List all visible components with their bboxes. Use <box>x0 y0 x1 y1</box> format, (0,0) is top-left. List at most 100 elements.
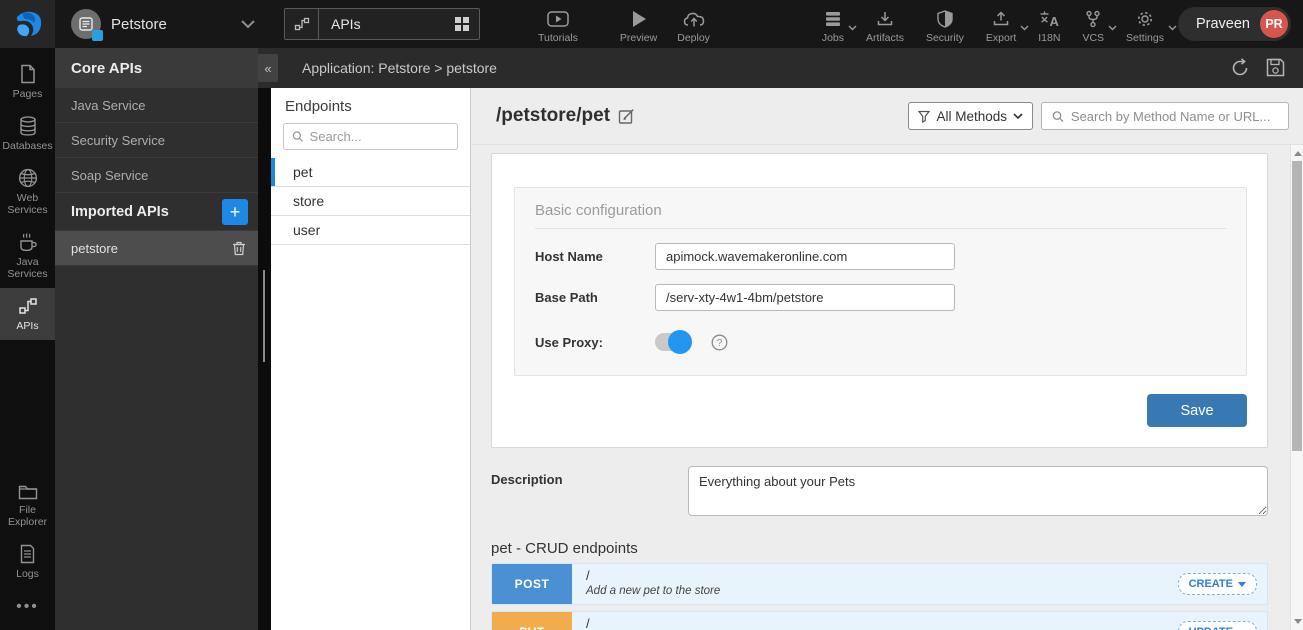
use-proxy-toggle[interactable] <box>655 333 689 351</box>
project-switcher[interactable]: Petstore <box>55 9 270 39</box>
base-path-field[interactable] <box>655 284 955 311</box>
sidebar-item-soap-service[interactable]: Soap Service <box>55 158 258 193</box>
endpoint-item-store[interactable]: store <box>271 187 470 216</box>
help-icon[interactable]: ? <box>711 334 728 351</box>
scroll-down-arrow[interactable] <box>1294 619 1302 624</box>
save-icon[interactable] <box>1266 58 1285 77</box>
export-icon <box>992 10 1010 29</box>
endpoint-item-user[interactable]: user <box>271 216 470 245</box>
deploy-button[interactable]: Deploy <box>677 5 710 44</box>
crud-row-post[interactable]: POST / Add a new pet to the store CREATE <box>491 563 1268 605</box>
settings-label: Settings <box>1126 32 1164 44</box>
topbar-tools: Jobs Artifacts Security Export A <box>822 5 1178 44</box>
branch-icon <box>1084 10 1102 29</box>
search-icon <box>292 130 304 143</box>
chevron-down-icon <box>1108 25 1117 31</box>
deploy-icon <box>683 10 705 29</box>
wavemaker-logo[interactable] <box>0 0 55 48</box>
method-badge-post: POST <box>492 564 572 604</box>
artifacts-button[interactable]: Artifacts <box>866 5 904 44</box>
host-name-label: Host Name <box>535 249 655 264</box>
grid-icon[interactable] <box>453 15 479 33</box>
panel-gutter <box>258 88 271 630</box>
sidebar-item-web-services[interactable]: Web Services <box>0 160 55 224</box>
preview-icon <box>631 10 647 29</box>
user-menu[interactable]: Praveen PR <box>1178 7 1291 41</box>
i18n-label: I18N <box>1038 32 1060 44</box>
create-action-button[interactable]: CREATE <box>1178 573 1257 595</box>
refresh-icon[interactable] <box>1230 58 1250 78</box>
vcs-button[interactable]: VCS <box>1082 5 1104 44</box>
translate-icon: A <box>1039 10 1059 29</box>
main-header: /petstore/pet All Methods <box>471 88 1303 145</box>
resource-selector[interactable]: APIs <box>284 8 480 40</box>
api-sidebar: Core APIs Java Service Security Service … <box>55 48 258 630</box>
security-button[interactable]: Security <box>926 5 964 44</box>
folder-icon <box>18 483 38 500</box>
apis-icon <box>18 296 38 316</box>
endpoint-description: Add a new pet to the store <box>586 584 1178 598</box>
edit-icon[interactable] <box>618 108 635 125</box>
top-bar: Petstore APIs Tutorials Preview <box>0 0 1303 48</box>
description-textarea[interactable]: Everything about your Pets <box>688 466 1268 516</box>
export-button[interactable]: Export <box>986 5 1016 44</box>
gear-icon <box>1136 10 1154 29</box>
sidebar-item-apis[interactable]: APIs <box>0 288 55 340</box>
scroll-up-arrow[interactable] <box>1294 151 1302 156</box>
chevron-down-icon <box>848 25 857 31</box>
application-breadcrumb: Application: Petstore > petstore <box>302 60 1230 76</box>
endpoint-item-pet[interactable]: pet <box>271 158 470 187</box>
basic-config-title: Basic configuration <box>535 202 1226 229</box>
preview-label: Preview <box>620 32 657 44</box>
resource-selector-value: APIs <box>319 16 453 32</box>
jobs-button[interactable]: Jobs <box>822 5 844 44</box>
filter-icon <box>918 110 930 123</box>
endpoints-title: Endpoints <box>271 88 470 123</box>
sidebar-item-java-service[interactable]: Java Service <box>55 88 258 123</box>
endpoint-path: / <box>586 615 1178 630</box>
host-name-field[interactable] <box>655 243 955 270</box>
sidebar-item-pages[interactable]: Pages <box>0 56 55 108</box>
left-icon-rail: Pages Databases Web Services Java Servic… <box>0 48 55 630</box>
vertical-scrollbar[interactable] <box>1290 145 1303 630</box>
api-node-icon <box>285 9 319 39</box>
sidebar-item-databases[interactable]: Databases <box>0 108 55 160</box>
i18n-button[interactable]: A I18N <box>1038 5 1060 44</box>
add-api-button[interactable]: + <box>222 199 248 225</box>
method-search-input[interactable] <box>1071 109 1278 124</box>
globe-icon <box>18 168 38 188</box>
sidebar-item-java-services[interactable]: Java Services <box>0 224 55 288</box>
tutorials-button[interactable]: Tutorials <box>538 5 578 44</box>
sidebar-item-logs[interactable]: Logs <box>0 536 55 588</box>
crud-row-put[interactable]: PUT / Update an existing pet UPDATE <box>491 611 1268 630</box>
endpoints-search[interactable] <box>283 123 458 150</box>
method-search[interactable] <box>1041 102 1289 130</box>
basic-config-panel: Basic configuration Host Name Base Path <box>514 187 1247 376</box>
chevron-down-icon[interactable] <box>240 19 256 29</box>
security-shield-icon <box>937 10 953 29</box>
search-icon <box>1052 110 1064 123</box>
sidebar-item-petstore[interactable]: petstore <box>55 231 258 266</box>
endpoint-path: / <box>586 567 1178 584</box>
deploy-label: Deploy <box>677 32 710 44</box>
preview-button[interactable]: Preview <box>620 5 657 44</box>
security-label: Security <box>926 32 964 44</box>
jobs-icon <box>824 10 842 29</box>
scrollbar-thumb[interactable] <box>1292 161 1302 451</box>
topbar-actions: Tutorials Preview Deploy <box>538 5 710 44</box>
sidebar-item-security-service[interactable]: Security Service <box>55 123 258 158</box>
endpoints-panel: Endpoints pet store user <box>271 88 471 630</box>
sidebar-item-file-explorer[interactable]: File Explorer <box>0 475 55 536</box>
settings-button[interactable]: Settings <box>1126 5 1164 44</box>
trash-icon[interactable] <box>232 240 246 256</box>
user-avatar: PR <box>1260 10 1288 38</box>
collapse-sidebar-button[interactable]: « <box>258 54 278 82</box>
gutter-scrollbar[interactable] <box>263 270 265 362</box>
save-button[interactable]: Save <box>1147 394 1247 427</box>
update-action-button[interactable]: UPDATE <box>1178 621 1257 630</box>
user-name: Praveen <box>1196 16 1250 32</box>
endpoints-search-input[interactable] <box>310 129 449 144</box>
application-context-bar: « Application: Petstore > petstore <box>258 48 1303 88</box>
methods-filter-dropdown[interactable]: All Methods <box>908 102 1033 130</box>
more-options-icon[interactable]: ••• <box>0 588 55 630</box>
